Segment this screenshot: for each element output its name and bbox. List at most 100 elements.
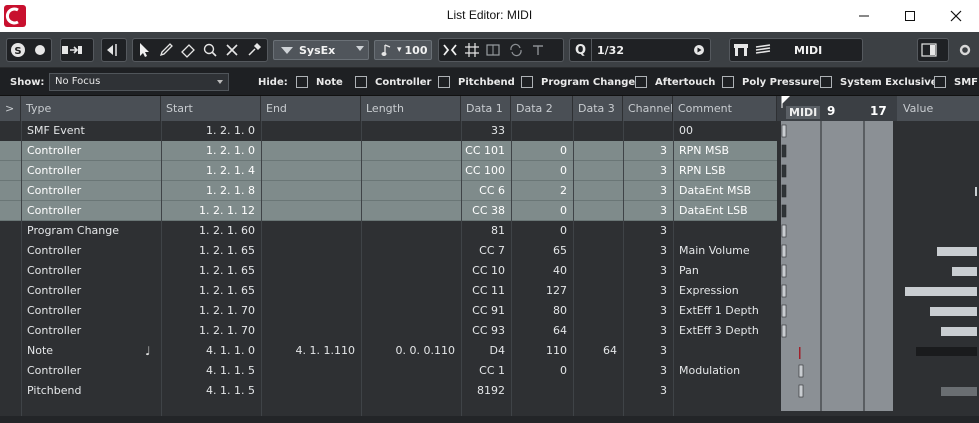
cell-d3[interactable] xyxy=(573,301,623,321)
cell-length[interactable] xyxy=(361,281,461,301)
cell-length[interactable] xyxy=(361,141,461,161)
table-row[interactable]: Note 4. 1. 1. 0 4. 1. 1.110 0. 0. 0.110 D4 11… xyxy=(0,341,777,361)
cell-d2[interactable] xyxy=(511,381,573,401)
cell-end[interactable] xyxy=(261,181,361,201)
cell-end[interactable] xyxy=(261,381,361,401)
cell-d1[interactable]: CC 6 xyxy=(461,181,511,201)
cell-start[interactable]: 1. 2. 1. 65 xyxy=(161,281,261,301)
color-tool-icon[interactable] xyxy=(243,39,265,61)
cell-d3[interactable] xyxy=(573,121,623,141)
cell-d1[interactable]: 81 xyxy=(461,221,511,241)
cell-length[interactable] xyxy=(361,381,461,401)
cell-type[interactable]: Controller xyxy=(21,201,161,221)
zoom-tool-icon[interactable] xyxy=(199,39,221,61)
cell-length[interactable] xyxy=(361,361,461,381)
cell-type[interactable]: Controller xyxy=(21,241,161,261)
cell-comment[interactable] xyxy=(673,381,777,401)
cell-d2[interactable]: 64 xyxy=(511,321,573,341)
value-bar[interactable] xyxy=(905,287,977,296)
cell-ch[interactable]: 3 xyxy=(623,261,673,281)
quantize-play-icon[interactable] xyxy=(688,39,710,61)
column-header-data3[interactable]: Data 3 xyxy=(573,96,623,121)
cell-d3[interactable] xyxy=(573,141,623,161)
cell-d1[interactable]: 8192 xyxy=(461,381,511,401)
cell-length[interactable] xyxy=(361,181,461,201)
cell-comment[interactable] xyxy=(673,221,777,241)
cell-type[interactable]: Controller xyxy=(21,301,161,321)
grid-dropdown-icon[interactable] xyxy=(483,39,505,61)
record-icon[interactable] xyxy=(29,39,51,61)
cell-comment[interactable]: 00 xyxy=(673,121,777,141)
cell-start[interactable]: 1. 2. 1. 8 xyxy=(161,181,261,201)
cell-end[interactable] xyxy=(261,161,361,181)
cell-start[interactable]: 1. 2. 1. 0 xyxy=(161,121,261,141)
quantize-button[interactable]: Q xyxy=(570,39,592,61)
cell-d2[interactable]: 0 xyxy=(511,201,573,221)
cell-d1[interactable]: CC 7 xyxy=(461,241,511,261)
cell-type[interactable]: Controller xyxy=(21,321,161,341)
solo-icon[interactable]: S xyxy=(7,39,29,61)
cell-comment[interactable]: DataEnt MSB xyxy=(673,181,777,201)
cell-d2[interactable]: 0 xyxy=(511,221,573,241)
settings-gear-icon[interactable] xyxy=(958,43,972,60)
cell-length[interactable] xyxy=(361,321,461,341)
table-row[interactable]: Controller 1. 2. 1. 65 CC 10 40 3 Pan xyxy=(0,261,777,281)
value-bar[interactable] xyxy=(916,347,977,356)
cell-type[interactable]: SMF Event xyxy=(21,121,161,141)
table-row[interactable]: Controller 1. 2. 1. 12 CC 38 0 3 DataEnt LSB xyxy=(0,201,777,221)
table-row[interactable]: Controller 1. 2. 1. 65 CC 11 127 3 Expression xyxy=(0,281,777,301)
cell-comment[interactable] xyxy=(673,341,777,361)
value-bar[interactable] xyxy=(930,307,977,316)
value-bar[interactable] xyxy=(941,387,977,396)
minimize-icon[interactable] xyxy=(841,0,887,32)
maximize-icon[interactable] xyxy=(887,0,933,32)
cell-d2[interactable]: 40 xyxy=(511,261,573,281)
cell-d2[interactable]: 0 xyxy=(511,141,573,161)
cell-start[interactable]: 1. 2. 1. 12 xyxy=(161,201,261,221)
cell-d2[interactable]: 110 xyxy=(511,341,573,361)
insert-mode-icon[interactable] xyxy=(61,39,83,61)
cell-length[interactable] xyxy=(361,161,461,181)
cell-d1[interactable]: CC 93 xyxy=(461,321,511,341)
cell-ch[interactable] xyxy=(623,121,673,141)
cell-ch[interactable]: 3 xyxy=(623,241,673,261)
quantize-value[interactable]: 1/32 xyxy=(592,44,688,57)
cell-length[interactable] xyxy=(361,221,461,241)
auto-scroll-group[interactable] xyxy=(101,38,127,62)
table-row[interactable]: Pitchbend 4. 1. 1. 5 8192 3 xyxy=(0,381,777,401)
cell-end[interactable] xyxy=(261,141,361,161)
hide-aftertouch-checkbox[interactable] xyxy=(635,76,647,88)
velocity-field[interactable]: ▾ 100 xyxy=(374,40,432,60)
table-row[interactable]: Controller 1. 2. 1. 0 CC 101 0 3 RPN MSB xyxy=(0,141,777,161)
cell-type[interactable]: Controller xyxy=(21,141,161,161)
cell-d3[interactable] xyxy=(573,281,623,301)
cell-d2[interactable]: 0 xyxy=(511,361,573,381)
column-header-type[interactable]: Type xyxy=(21,96,161,121)
cell-comment[interactable]: Expression xyxy=(673,281,777,301)
track-stack-icon[interactable] xyxy=(752,39,774,61)
table-row[interactable]: SMF Event 1. 2. 1. 0 33 00 xyxy=(0,121,777,141)
cell-type[interactable]: Controller xyxy=(21,161,161,181)
cell-d1[interactable]: CC 100 xyxy=(461,161,511,181)
cell-d3[interactable] xyxy=(573,161,623,181)
cell-ch[interactable]: 3 xyxy=(623,301,673,321)
cell-length[interactable] xyxy=(361,201,461,221)
cell-start[interactable]: 4. 1. 1. 5 xyxy=(161,381,261,401)
cell-end[interactable] xyxy=(261,321,361,341)
cell-type[interactable]: Controller xyxy=(21,261,161,281)
cell-comment[interactable]: RPN LSB xyxy=(673,161,777,181)
cell-ch[interactable]: 3 xyxy=(623,341,673,361)
cell-type[interactable]: Program Change xyxy=(21,221,161,241)
cell-length[interactable] xyxy=(361,301,461,321)
hide-smf-checkbox[interactable] xyxy=(934,76,946,88)
pointer-tool-icon[interactable] xyxy=(133,39,155,61)
table-row[interactable]: Program Change 1. 2. 1. 60 81 0 3 xyxy=(0,221,777,241)
cell-d2[interactable]: 127 xyxy=(511,281,573,301)
column-header-channel[interactable]: Channel xyxy=(623,96,673,121)
table-row[interactable]: Controller 1. 2. 1. 4 CC 100 0 3 RPN LSB xyxy=(0,161,777,181)
cell-d2[interactable]: 65 xyxy=(511,241,573,261)
cell-comment[interactable]: ExtEff 3 Depth xyxy=(673,321,777,341)
cell-d1[interactable]: CC 38 xyxy=(461,201,511,221)
cell-d3[interactable] xyxy=(573,221,623,241)
cell-d3[interactable]: 64 xyxy=(573,341,623,361)
